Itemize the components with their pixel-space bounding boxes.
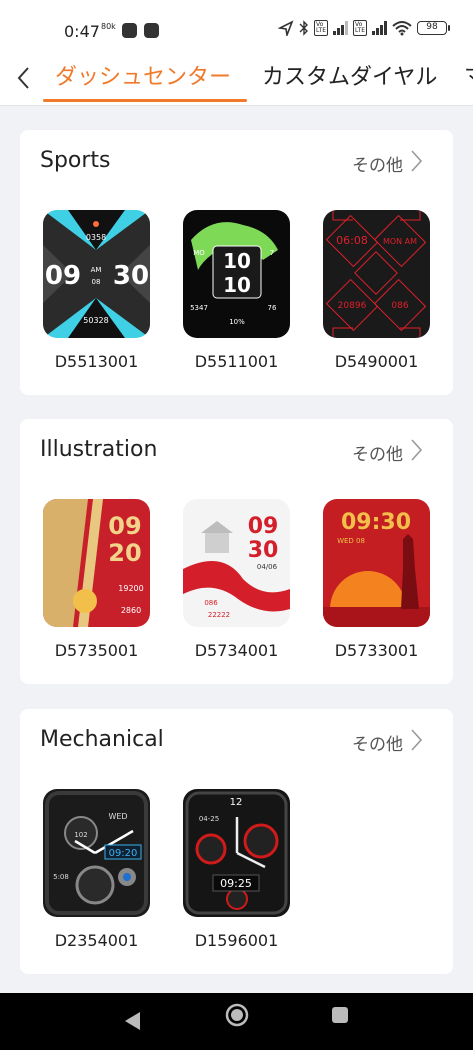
status-time: 0:47 <box>64 22 100 41</box>
tab-more[interactable]: マ <box>464 59 473 91</box>
active-tab-indicator <box>43 99 247 102</box>
svg-text:09: 09 <box>45 261 81 291</box>
volte-icon: Vo LTE <box>353 20 367 36</box>
section-card-mechanical: Mechanical その他 09:20 WED 102 5:08 D23540… <box>20 709 453 974</box>
svg-text:7: 7 <box>270 249 274 257</box>
svg-text:09: 09 <box>248 514 279 539</box>
watch-face-id: D5511001 <box>194 352 279 371</box>
svg-text:09:25: 09:25 <box>220 877 252 890</box>
watch-face-preview: 0358 09 30 AM 08 50328 <box>43 210 150 338</box>
tab-dashboard-center[interactable]: ダッシュセンター <box>55 59 231 91</box>
svg-text:2860: 2860 <box>121 606 141 615</box>
svg-text:20: 20 <box>108 539 141 567</box>
svg-text:MO: MO <box>193 249 205 257</box>
data-speed: 80k <box>101 22 116 31</box>
svg-text:102: 102 <box>74 831 87 839</box>
svg-text:12: 12 <box>230 797 243 808</box>
svg-text:5347: 5347 <box>190 304 208 312</box>
system-nav-bar <box>0 993 473 1050</box>
watch-face-d5734001[interactable]: 09 30 04/06 086 22222 <box>183 499 290 627</box>
more-link[interactable]: その他 <box>352 730 403 755</box>
watch-face-id: D5735001 <box>54 641 139 660</box>
svg-text:09: 09 <box>108 512 141 540</box>
notification-app-icon <box>122 23 137 38</box>
svg-text:04-25: 04-25 <box>199 815 219 823</box>
section-title: Illustration <box>40 437 158 462</box>
circle-home-icon[interactable] <box>225 1003 249 1027</box>
svg-text:30: 30 <box>113 261 149 291</box>
triangle-back-icon[interactable] <box>122 1010 144 1032</box>
svg-text:50328: 50328 <box>83 316 108 325</box>
svg-text:19200: 19200 <box>118 584 143 593</box>
section-card-illustration: Illustration その他 09 20 19200 2860 D57350… <box>20 419 453 684</box>
watch-face-d5733001[interactable]: 09:30 WED 08 <box>323 499 430 627</box>
watch-face-d2354001[interactable]: 09:20 WED 102 5:08 <box>43 789 150 917</box>
svg-text:04/06: 04/06 <box>257 563 278 571</box>
svg-text:10%: 10% <box>229 318 245 326</box>
tab-bar: ダッシュセンター カスタムダイヤル マ <box>0 56 473 106</box>
watch-face-id: D2354001 <box>54 931 139 950</box>
svg-text:08: 08 <box>92 278 101 286</box>
chevron-right-icon[interactable] <box>409 727 423 753</box>
signal-icon <box>333 21 349 35</box>
more-link[interactable]: その他 <box>352 151 403 176</box>
svg-text:5:08: 5:08 <box>53 873 69 881</box>
status-right-icons: Vo LTE Vo LTE 98 <box>278 20 450 36</box>
chevron-right-icon[interactable] <box>409 148 423 174</box>
chevron-left-icon <box>17 67 29 89</box>
watch-face-id: D5734001 <box>194 641 279 660</box>
svg-text:10: 10 <box>223 273 251 297</box>
volte-icon: Vo LTE <box>314 20 329 36</box>
watch-face-preview: 10 10 MO 7 5347 76 10% <box>183 210 290 338</box>
watch-face-preview: 09:30 WED 08 <box>323 499 430 627</box>
watch-face-d1596001[interactable]: 09:25 12 04-25 <box>183 789 290 917</box>
svg-text:MON AM: MON AM <box>383 237 417 246</box>
tab-custom-dial[interactable]: カスタムダイヤル <box>262 59 437 91</box>
svg-text:086: 086 <box>391 301 408 311</box>
svg-text:WED: WED <box>108 812 127 821</box>
svg-text:06:08: 06:08 <box>336 234 368 247</box>
back-button[interactable] <box>10 62 38 92</box>
section-title: Sports <box>40 148 111 173</box>
watch-face-id: D1596001 <box>194 931 279 950</box>
svg-text:0358: 0358 <box>86 233 106 242</box>
svg-text:76: 76 <box>268 304 277 312</box>
chevron-right-icon[interactable] <box>409 437 423 463</box>
svg-text:30: 30 <box>248 538 279 563</box>
battery-icon: 98 <box>417 21 450 35</box>
notification-app-icon <box>144 23 159 38</box>
watch-face-id: D5733001 <box>334 641 419 660</box>
watch-face-preview: 09 20 19200 2860 <box>43 499 150 627</box>
svg-text:AM: AM <box>91 266 102 274</box>
svg-text:20896: 20896 <box>338 301 367 311</box>
watch-face-d5490001[interactable]: 06:08 MON AM 20896 086 <box>323 210 430 338</box>
watch-face-preview: 09 30 04/06 086 22222 <box>183 499 290 627</box>
svg-text:086: 086 <box>204 599 218 607</box>
watch-face-preview: 09:25 12 04-25 <box>183 789 290 917</box>
watch-face-preview: 06:08 MON AM 20896 086 <box>323 210 430 338</box>
svg-text:WED 08: WED 08 <box>337 537 365 545</box>
svg-text:10: 10 <box>223 249 251 273</box>
watch-face-d5511001[interactable]: 10 10 MO 7 5347 76 10% <box>183 210 290 338</box>
wifi-icon <box>392 21 412 36</box>
section-card-sports: Sports その他 0358 09 30 AM 08 50328 D55130… <box>20 130 453 395</box>
watch-face-id: D5490001 <box>334 352 419 371</box>
svg-text:22222: 22222 <box>208 611 230 619</box>
more-link[interactable]: その他 <box>352 440 403 465</box>
status-bar: 0:47 80k Vo LTE Vo LTE 98 <box>0 0 473 56</box>
watch-face-d5513001[interactable]: 0358 09 30 AM 08 50328 <box>43 210 150 338</box>
signal-icon <box>372 21 387 35</box>
watch-face-id: D5513001 <box>54 352 139 371</box>
location-icon <box>278 20 294 36</box>
watch-face-preview: 09:20 WED 102 5:08 <box>43 789 150 917</box>
watch-face-d5735001[interactable]: 09 20 19200 2860 <box>43 499 150 627</box>
svg-text:09:20: 09:20 <box>109 848 138 859</box>
bluetooth-icon <box>299 20 309 36</box>
square-recent-icon[interactable] <box>330 1005 350 1025</box>
svg-text:09:30: 09:30 <box>341 510 411 535</box>
section-title: Mechanical <box>40 727 164 752</box>
